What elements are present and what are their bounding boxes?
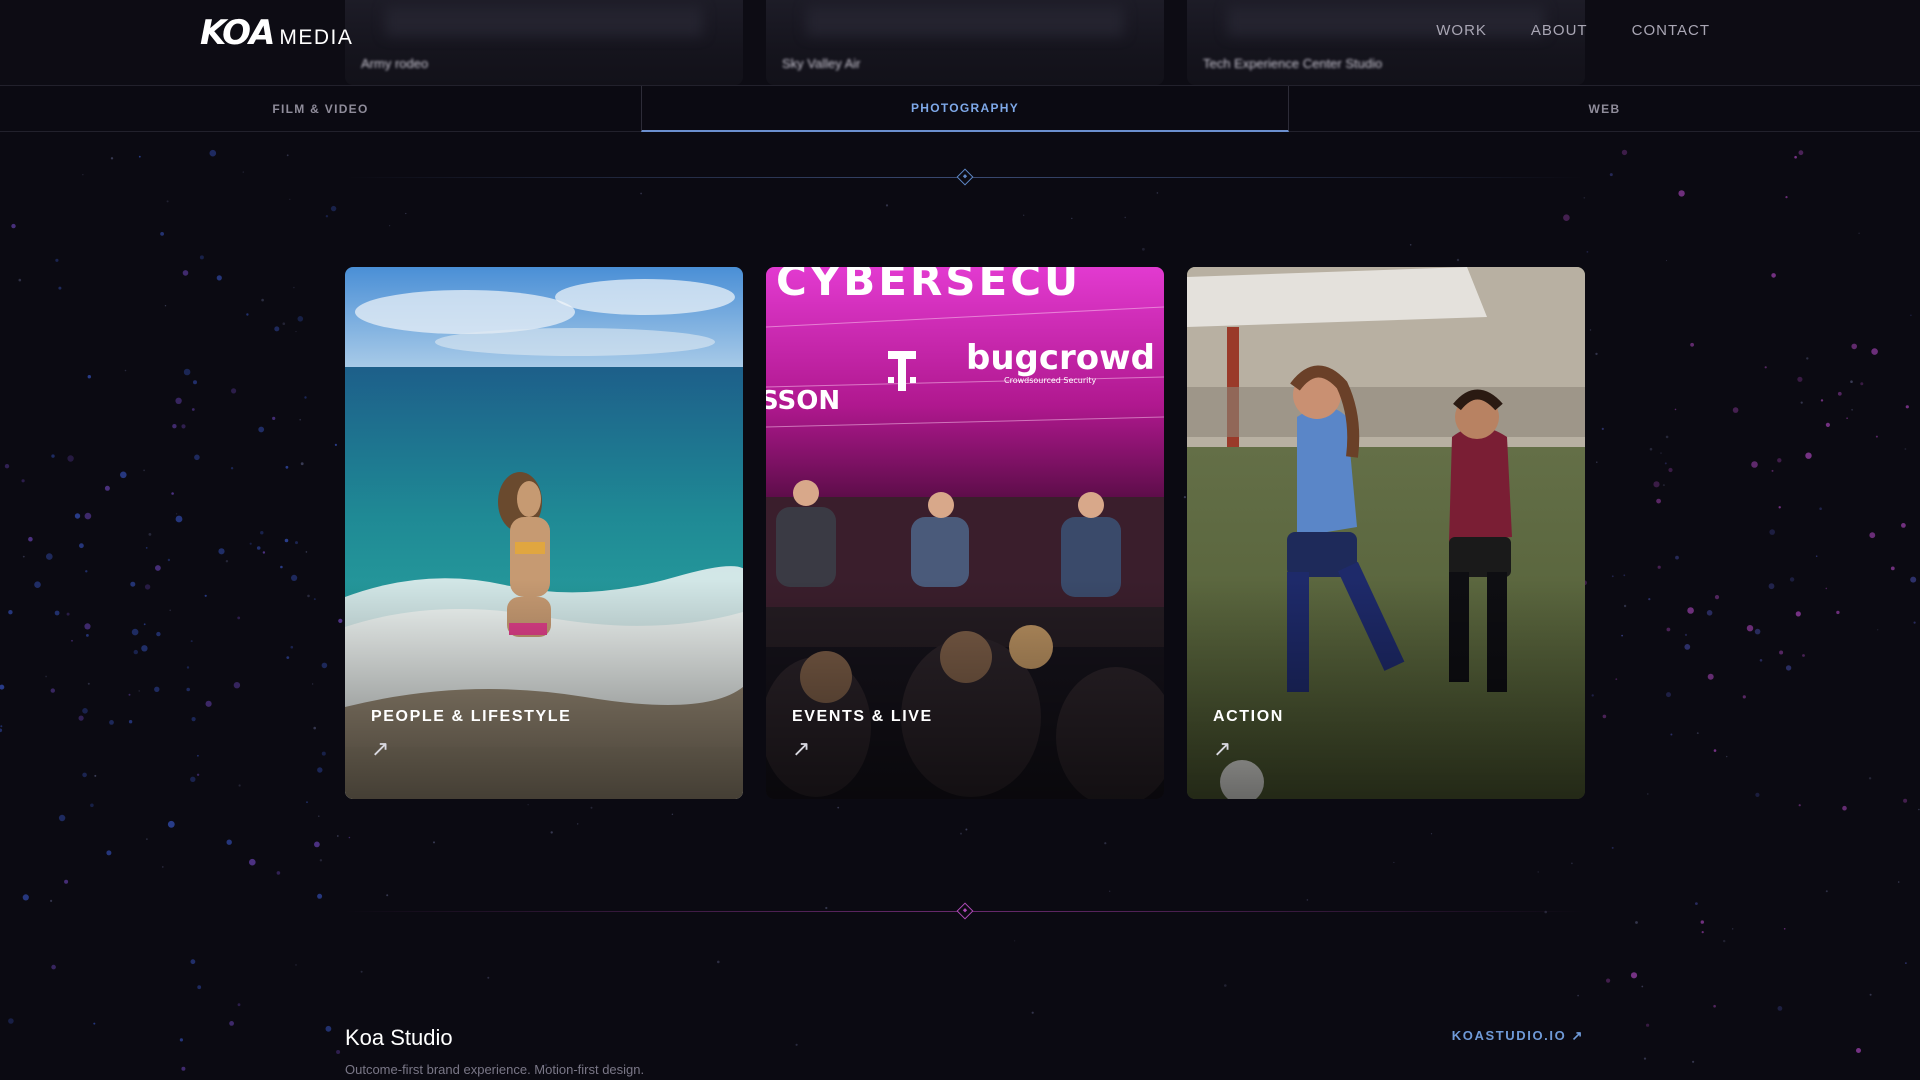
peek-card-label: Sky Valley Air <box>782 56 861 71</box>
card-label: ACTION <box>1213 708 1284 725</box>
card-label: EVENTS & LIVE <box>792 708 933 725</box>
section-divider-top <box>345 167 1585 187</box>
main-nav: WORK ABOUT CONTACT <box>1436 22 1710 39</box>
peek-card-label: Army rodeo <box>361 56 429 71</box>
studio-name: Koa Studio <box>345 1025 453 1050</box>
section-divider-bottom <box>345 901 1585 921</box>
arrow-up-right-icon: ↗ <box>371 736 390 761</box>
arrow-up-right-icon: ↗ <box>792 736 811 761</box>
peek-card-3[interactable]: Tech Experience Center Studio <box>1187 0 1585 85</box>
sponsor-tagline: Crowdsourced Security <box>1004 376 1097 385</box>
card-label: PEOPLE & LIFESTYLE <box>371 708 572 725</box>
logo-mark: KOA <box>200 13 275 53</box>
sponsor-logo: bugcrowd <box>966 338 1155 378</box>
diamond-icon <box>956 902 974 920</box>
peek-card-label: Tech Experience Center Studio <box>1203 56 1383 71</box>
banner-text: CYBERSECU <box>776 267 1081 305</box>
peek-card-2[interactable]: Sky Valley Air <box>766 0 1164 85</box>
site-logo[interactable]: KOA MEDIA <box>200 16 353 50</box>
photography-categories: PEOPLE & LIFESTYLE ↗ CYBERSECU bugcrowd … <box>345 267 1585 799</box>
studio-tagline: Outcome-first brand experience. Motion-f… <box>345 1062 645 1077</box>
peek-card-1[interactable]: Army rodeo <box>345 0 743 85</box>
nav-contact[interactable]: CONTACT <box>1632 22 1710 39</box>
card-people-lifestyle[interactable]: PEOPLE & LIFESTYLE ↗ <box>345 267 743 799</box>
diamond-icon <box>956 168 974 186</box>
arrow-up-right-icon: ↗ <box>1213 736 1232 761</box>
logo-text: MEDIA <box>279 26 354 49</box>
studio-external-link[interactable]: KOASTUDIO.IO ↗ <box>1452 1028 1584 1044</box>
category-tabs: FILM & VIDEO PHOTOGRAPHY WEB <box>0 85 1920 132</box>
tab-web[interactable]: WEB <box>1289 86 1920 132</box>
nav-about[interactable]: ABOUT <box>1531 22 1588 39</box>
card-events-live[interactable]: CYBERSECU bugcrowd Crowdsourced Security… <box>766 267 1164 799</box>
card-action[interactable]: ACTION ↗ <box>1187 267 1585 799</box>
site-header: Army rodeo Sky Valley Air Tech Experienc… <box>0 0 1920 85</box>
tab-film-video[interactable]: FILM & VIDEO <box>0 86 641 132</box>
nav-work[interactable]: WORK <box>1436 22 1487 39</box>
brand-fragment: SSON <box>766 386 840 416</box>
tab-photography[interactable]: PHOTOGRAPHY <box>641 86 1289 132</box>
